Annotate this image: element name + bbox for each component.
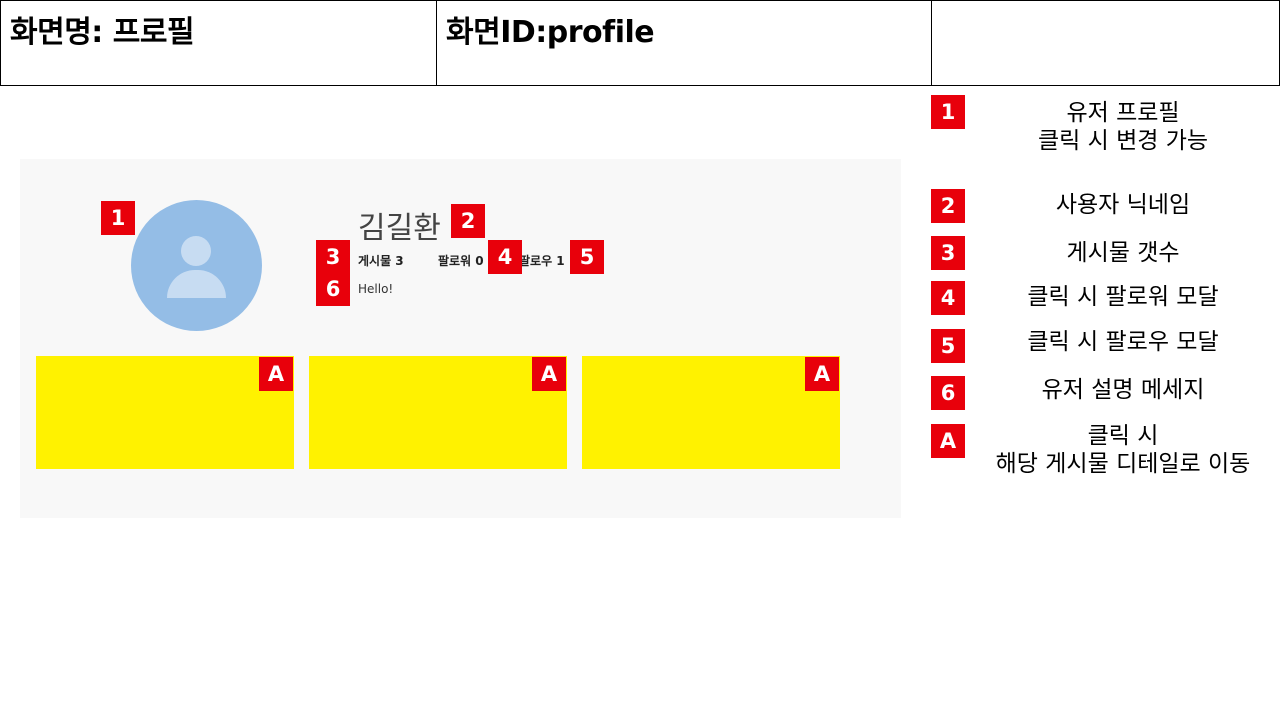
following-button[interactable]: 팔로우 1	[519, 252, 565, 269]
legend-marker-5: 5	[931, 329, 965, 363]
legend-text-3: 게시물 갯수	[1066, 240, 1180, 266]
legend-marker-3: 3	[931, 236, 965, 270]
avatar-person-icon	[181, 236, 211, 266]
legend-marker-a: A	[931, 424, 965, 458]
user-nickname: 김길환	[358, 211, 441, 246]
legend-marker-4: 4	[931, 281, 965, 315]
legend-text-4: 클릭 시 팔로워 모달	[1027, 284, 1219, 310]
marker-badge-a1: A	[259, 357, 293, 391]
legend-text-2: 사용자 닉네임	[1055, 192, 1191, 218]
post-card-1[interactable]	[36, 356, 294, 469]
posts-count: 게시물 3	[358, 254, 404, 268]
legend-text-6: 유저 설명 메세지	[1041, 377, 1205, 403]
screen-name-cell: 화면명: 프로필	[0, 0, 437, 86]
legend-1-line2: 클릭 시 변경 가능	[1037, 128, 1209, 154]
screen-name: 화면명: 프로필	[10, 15, 195, 50]
legend-a-line1: 클릭 시	[1087, 423, 1159, 449]
marker-badge-4: 4	[488, 240, 522, 274]
profile-avatar[interactable]	[131, 200, 262, 331]
legend-text-5: 클릭 시 팔로우 모달	[1027, 329, 1219, 355]
marker-badge-a3: A	[805, 357, 839, 391]
post-card-2[interactable]	[309, 356, 567, 469]
user-bio: Hello!	[358, 282, 394, 296]
legend-marker-2: 2	[931, 189, 965, 223]
legend-a-line2: 해당 게시물 디테일로 이동	[995, 451, 1251, 477]
marker-badge-3: 3	[316, 240, 350, 274]
marker-badge-a2: A	[532, 357, 566, 391]
marker-badge-6: 6	[316, 272, 350, 306]
post-card-3[interactable]	[582, 356, 840, 469]
followers-button[interactable]: 팔로워 0	[438, 252, 484, 269]
avatar-person-body	[167, 270, 226, 298]
header-empty-cell	[931, 0, 1280, 86]
legend-text-a: 클릭 시 해당 게시물 디테일로 이동	[975, 422, 1271, 478]
screen-id-cell: 화면ID:profile	[436, 0, 932, 86]
marker-badge-1: 1	[101, 201, 135, 235]
marker-badge-2: 2	[451, 204, 485, 238]
screen-id: 화면ID:profile	[446, 15, 655, 50]
legend-text-1: 유저 프로필 클릭 시 변경 가능	[975, 99, 1271, 155]
legend-marker-1: 1	[931, 95, 965, 129]
legend-marker-6: 6	[931, 376, 965, 410]
marker-badge-5: 5	[570, 240, 604, 274]
legend-1-line1: 유저 프로필	[1066, 100, 1180, 126]
